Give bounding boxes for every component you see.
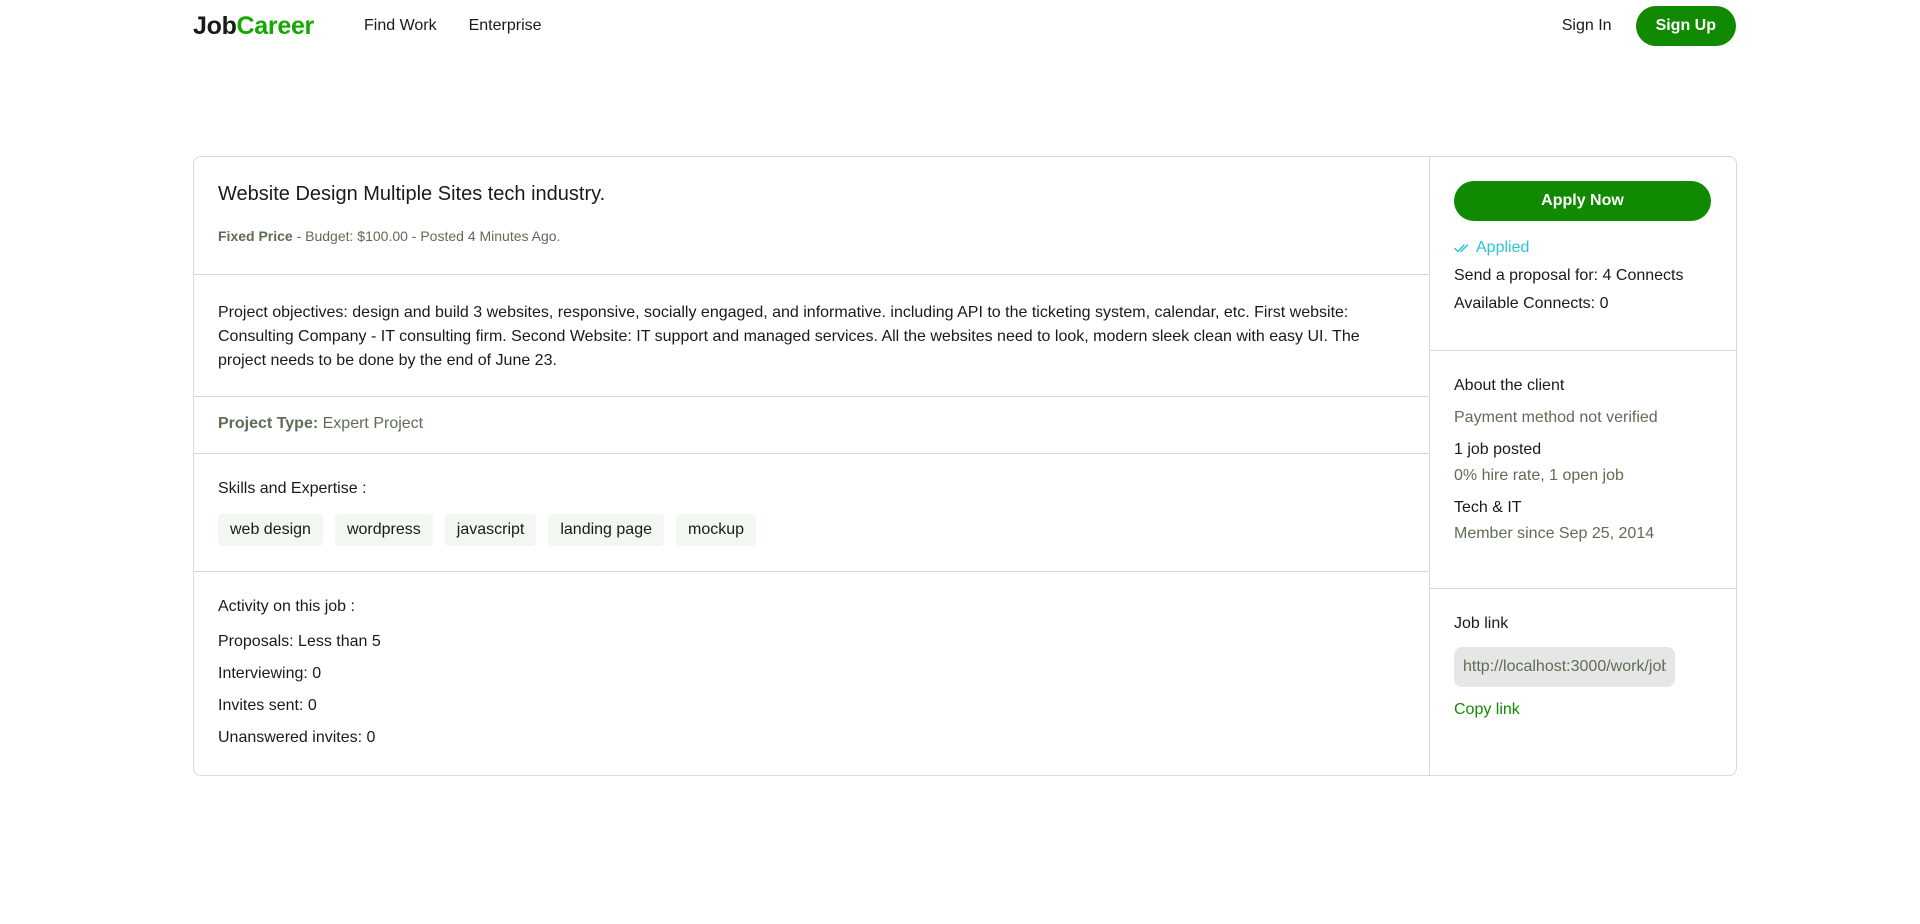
top-navbar: JobCareer Find Work Enterprise Sign In S… — [0, 0, 1920, 54]
job-meta: Fixed Price - Budget: $100.00 - Posted 4… — [218, 228, 1405, 244]
job-description: Project objectives: design and build 3 w… — [218, 304, 1360, 369]
activity-interviewing: Interviewing: 0 — [218, 665, 322, 682]
activity-invites-sent: Invites sent: 0 — [218, 697, 317, 714]
activity-unanswered-invites: Unanswered invites: 0 — [218, 729, 376, 746]
skills-list: web design wordpress javascript landing … — [218, 514, 1405, 546]
payment-status: Payment method not verified — [1454, 409, 1658, 426]
applied-label: Applied — [1476, 239, 1530, 256]
job-main-column: Website Design Multiple Sites tech indus… — [194, 157, 1430, 775]
copy-link-button[interactable]: Copy link — [1454, 701, 1520, 719]
nav-link-enterprise[interactable]: Enterprise — [469, 17, 542, 35]
double-check-icon — [1454, 244, 1469, 253]
job-meta-details: - Budget: $100.00 - Posted 4 Minutes Ago… — [296, 228, 561, 244]
proposal-cost: Send a proposal for: 4 Connects — [1454, 267, 1684, 284]
job-link-section: Job link Copy link — [1430, 589, 1736, 719]
job-detail-card: Website Design Multiple Sites tech indus… — [193, 156, 1737, 776]
logo[interactable]: JobCareer — [193, 12, 314, 41]
activity-heading: Activity on this job : — [218, 598, 355, 615]
skill-tag[interactable]: wordpress — [334, 514, 433, 546]
job-link-heading: Job link — [1454, 615, 1509, 632]
job-description-section: Project objectives: design and build 3 w… — [194, 275, 1429, 397]
nav-links: Find Work Enterprise — [364, 17, 542, 35]
skill-tag[interactable]: web design — [218, 514, 323, 546]
job-title: Website Design Multiple Sites tech indus… — [218, 183, 606, 205]
sign-up-button[interactable]: Sign Up — [1635, 6, 1736, 46]
job-header: Website Design Multiple Sites tech indus… — [194, 157, 1429, 275]
price-type: Fixed Price — [218, 228, 293, 244]
jobs-posted: 1 job posted — [1454, 441, 1542, 458]
project-type-section: Project Type: Expert Project — [194, 397, 1429, 454]
skill-tag[interactable]: javascript — [444, 514, 537, 546]
activity-list: Proposals: Less than 5 Interviewing: 0 I… — [218, 632, 1405, 748]
skills-heading: Skills and Expertise : — [218, 480, 367, 497]
logo-job: Job — [193, 12, 237, 40]
skill-tag[interactable]: mockup — [675, 514, 757, 546]
client-industry: Tech & IT — [1454, 499, 1522, 516]
nav-actions: Sign In Sign Up — [1562, 6, 1736, 46]
apply-section: Apply Now Applied Send a proposal for: 4… — [1430, 157, 1736, 351]
sign-in-link[interactable]: Sign In — [1562, 17, 1612, 35]
applied-status: Applied — [1454, 239, 1712, 257]
project-type-label: Project Type: — [218, 415, 319, 432]
activity-section: Activity on this job : Proposals: Less t… — [194, 572, 1429, 748]
project-type-value: Expert Project — [322, 415, 424, 432]
nav-link-find-work[interactable]: Find Work — [364, 17, 437, 35]
job-link-input[interactable] — [1454, 647, 1675, 687]
client-heading: About the client — [1454, 377, 1565, 394]
available-connects: Available Connects: 0 — [1454, 295, 1609, 312]
logo-career: Career — [236, 12, 315, 40]
member-since: Member since Sep 25, 2014 — [1454, 525, 1655, 542]
job-sidebar: Apply Now Applied Send a proposal for: 4… — [1430, 157, 1736, 775]
skill-tag[interactable]: landing page — [548, 514, 664, 546]
activity-proposals: Proposals: Less than 5 — [218, 633, 381, 650]
apply-now-button[interactable]: Apply Now — [1454, 181, 1711, 221]
client-section: About the client Payment method not veri… — [1430, 351, 1736, 589]
hire-rate: 0% hire rate, 1 open job — [1454, 467, 1624, 484]
skills-section: Skills and Expertise : web design wordpr… — [194, 454, 1429, 572]
